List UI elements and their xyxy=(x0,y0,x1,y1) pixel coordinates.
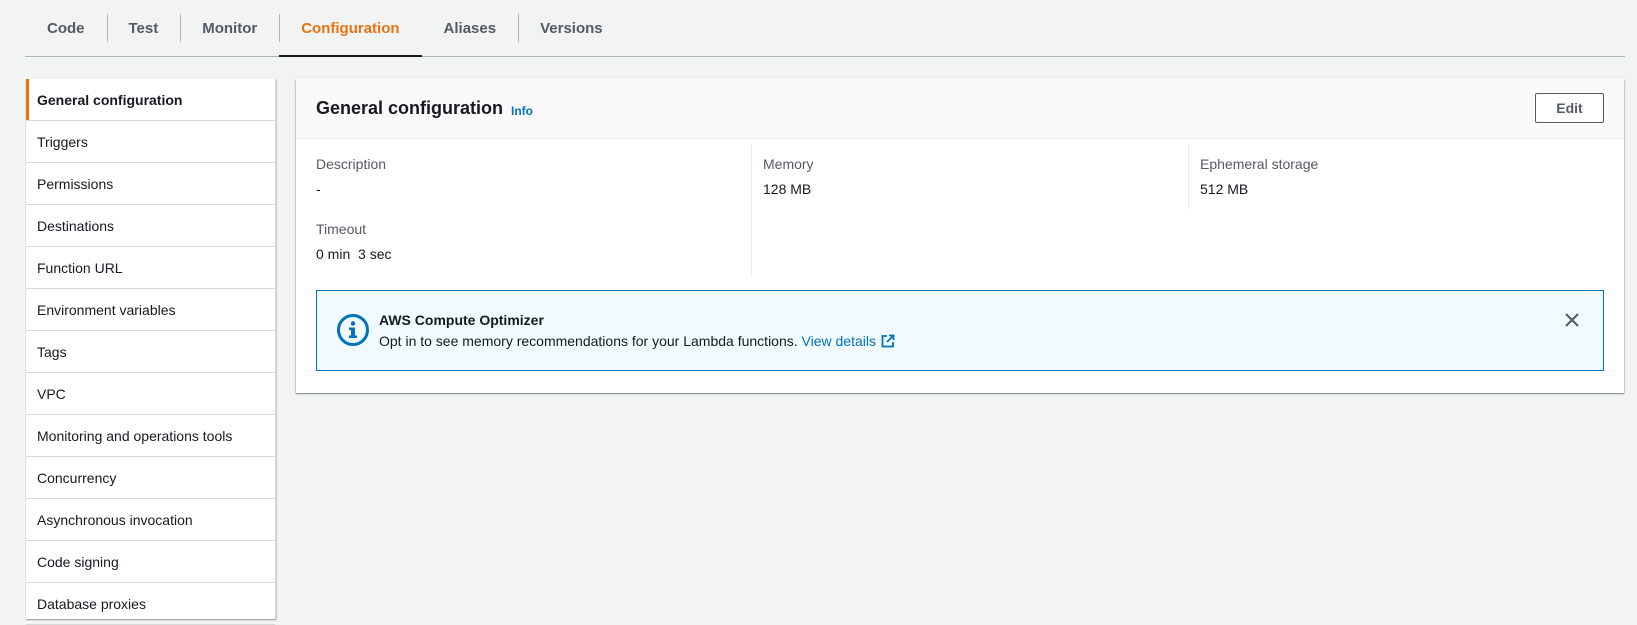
compute-optimizer-alert: AWS Compute Optimizer Opt in to see memo… xyxy=(316,290,1604,371)
sidenav-item-tags[interactable]: Tags xyxy=(26,331,275,373)
info-circle-icon xyxy=(337,314,369,346)
timeout-field: Timeout 0 min 3 sec xyxy=(316,209,734,276)
sidenav-item-concurrency[interactable]: Concurrency xyxy=(26,457,275,499)
column-divider xyxy=(751,209,752,276)
ephemeral-storage-field: Ephemeral storage 512 MB xyxy=(1188,144,1606,209)
sidenav-item-function-url[interactable]: Function URL xyxy=(26,247,275,289)
tab-bar: Code Test Monitor Configuration Aliases … xyxy=(25,0,1625,57)
description-field: Description - xyxy=(316,144,734,209)
view-details-link[interactable]: View details xyxy=(802,333,895,349)
tab-test[interactable]: Test xyxy=(106,0,181,56)
panel-header: General configuration Info Edit xyxy=(296,79,1624,139)
sidenav-item-vpc[interactable]: VPC xyxy=(26,373,275,415)
ephemeral-storage-label: Ephemeral storage xyxy=(1200,156,1319,172)
sidenav-item-triggers[interactable]: Triggers xyxy=(26,121,275,163)
sidenav-item-monitoring-tools[interactable]: Monitoring and operations tools xyxy=(26,415,275,457)
memory-value: 128 MB xyxy=(763,181,812,197)
external-link-icon xyxy=(881,334,895,348)
general-configuration-panel: General configuration Info Edit Descript… xyxy=(296,79,1624,393)
alert-title: AWS Compute Optimizer xyxy=(379,312,544,328)
sidenav-item-database-proxies[interactable]: Database proxies xyxy=(26,583,275,625)
tab-versions[interactable]: Versions xyxy=(518,0,625,56)
tab-code[interactable]: Code xyxy=(25,0,107,56)
description-value: - xyxy=(316,181,321,197)
timeout-label: Timeout xyxy=(316,221,367,237)
tab-monitor[interactable]: Monitor xyxy=(180,0,279,56)
sidenav-item-asynchronous-invocation[interactable]: Asynchronous invocation xyxy=(26,499,275,541)
sidenav-item-destinations[interactable]: Destinations xyxy=(26,205,275,247)
sidenav-item-general-configuration[interactable]: General configuration xyxy=(26,79,275,121)
panel-title: General configuration xyxy=(316,98,504,118)
sidenav-item-environment-variables[interactable]: Environment variables xyxy=(26,289,275,331)
tab-aliases[interactable]: Aliases xyxy=(422,0,519,56)
ephemeral-storage-value: 512 MB xyxy=(1200,181,1249,197)
configuration-sidenav: General configuration Triggers Permissio… xyxy=(26,79,276,625)
view-details-label: View details xyxy=(801,333,876,349)
tab-configuration[interactable]: Configuration xyxy=(279,0,422,57)
sidenav-item-permissions[interactable]: Permissions xyxy=(26,163,275,205)
sidenav-item-code-signing[interactable]: Code signing xyxy=(26,541,275,583)
timeout-value: 0 min 3 sec xyxy=(316,246,392,262)
info-link[interactable]: Info xyxy=(511,104,533,118)
memory-field: Memory 128 MB xyxy=(751,144,1169,209)
description-label: Description xyxy=(316,156,387,172)
edit-button[interactable]: Edit xyxy=(1535,93,1604,123)
memory-label: Memory xyxy=(763,156,814,172)
close-icon[interactable] xyxy=(1561,309,1583,331)
alert-message: Opt in to see memory recommendations for… xyxy=(379,333,798,349)
alert-body: Opt in to see memory recommendations for… xyxy=(379,333,895,349)
